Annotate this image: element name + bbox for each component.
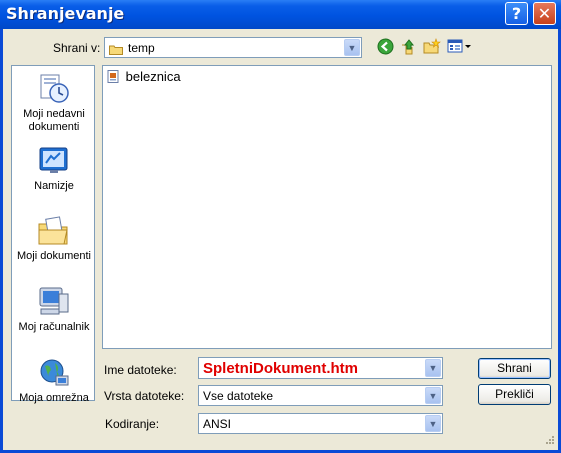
resize-grip-icon[interactable] (543, 434, 555, 446)
save-dialog: Shranjevanje ? ✕ Shrani v: temp ▼ Moji n… (0, 0, 561, 453)
file-list[interactable]: beleznica (102, 65, 552, 349)
filename-input[interactable]: SpletniDokument.htm ▼ (198, 357, 443, 379)
save-in-label: Shrani v: (53, 41, 101, 55)
new-folder-icon[interactable] (423, 38, 441, 59)
file-icon (107, 70, 120, 86)
place-label: Moji nedavni dokumenti (23, 108, 85, 133)
filename-value: SpletniDokument.htm (203, 360, 359, 377)
network-icon (37, 356, 71, 390)
close-button[interactable]: ✕ (533, 2, 556, 25)
chevron-down-icon[interactable]: ▼ (425, 415, 441, 432)
chevron-down-icon[interactable]: ▼ (425, 359, 441, 377)
recent-documents-icon (37, 72, 71, 106)
up-folder-icon[interactable] (400, 38, 417, 59)
chevron-down-icon[interactable]: ▼ (344, 39, 360, 56)
dialog-body: Shrani v: temp ▼ Moji nedavni dokumenti … (3, 29, 558, 450)
my-documents-icon (37, 214, 71, 248)
filetype-value: Vse datoteke (203, 389, 274, 403)
place-recent[interactable]: Moji nedavni dokumenti (12, 72, 96, 134)
back-arrow-icon[interactable] (377, 38, 394, 59)
file-name: beleznica (125, 69, 181, 84)
my-computer-icon (37, 285, 71, 319)
filetype-label: Vrsta datoteke: (104, 389, 185, 403)
list-item[interactable]: beleznica (107, 69, 181, 86)
chevron-down-icon[interactable]: ▼ (425, 387, 441, 404)
desktop-icon (37, 144, 71, 178)
places-bar: Moji nedavni dokumenti Namizje Moji doku… (11, 65, 96, 404)
help-button[interactable]: ? (505, 2, 528, 25)
cancel-button[interactable]: Prekliči (478, 384, 551, 405)
place-desktop[interactable]: Namizje (12, 144, 96, 193)
place-network[interactable]: Moja omrežna (12, 356, 96, 405)
encoding-value: ANSI (203, 417, 232, 431)
place-my-documents[interactable]: Moji dokumenti (12, 214, 96, 263)
filetype-dropdown[interactable]: Vse datoteke ▼ (198, 385, 443, 406)
save-in-dropdown[interactable]: temp ▼ (104, 37, 362, 58)
filename-label: Ime datoteke: (104, 363, 177, 377)
window-title: Shranjevanje (6, 4, 125, 23)
place-label: Moji dokumenti (17, 250, 91, 262)
place-label: Moja omrežna (19, 392, 89, 404)
title-bar[interactable]: Shranjevanje ? ✕ (0, 0, 561, 29)
folder-icon (109, 42, 123, 55)
save-button[interactable]: Shrani (478, 358, 551, 379)
place-label: Namizje (34, 180, 74, 192)
save-in-value: temp (128, 41, 155, 55)
views-menu-icon[interactable] (447, 38, 473, 59)
place-label: Moj računalnik (18, 321, 90, 333)
encoding-label: Kodiranje: (105, 417, 160, 431)
place-my-computer[interactable]: Moj računalnik (12, 285, 96, 334)
encoding-dropdown[interactable]: ANSI ▼ (198, 413, 443, 434)
